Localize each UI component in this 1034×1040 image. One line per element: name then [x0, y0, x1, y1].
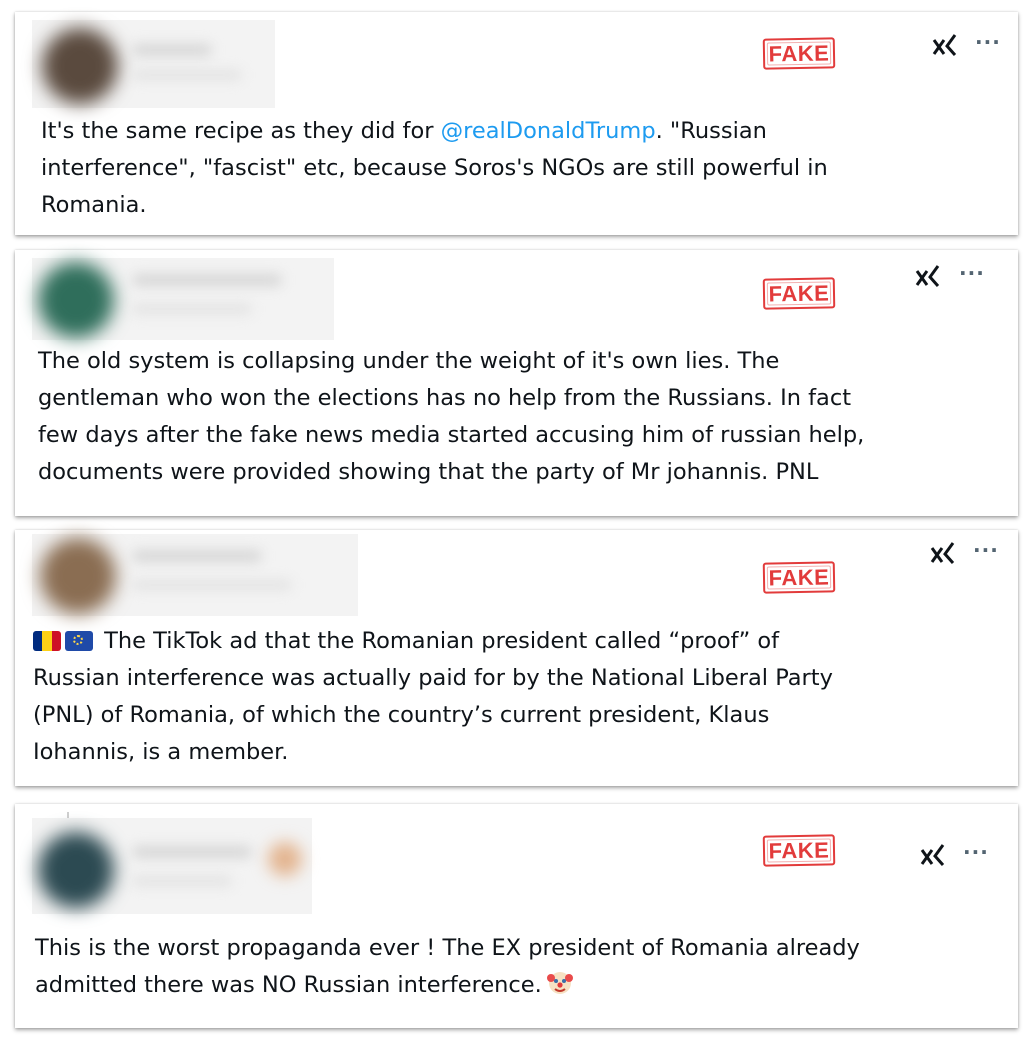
post-text: This is the worst propaganda ever ! The …: [35, 930, 860, 1004]
redacted-name: [132, 550, 262, 562]
post-text: The TikTok ad that the Romanian presiden…: [33, 623, 833, 771]
redacted-handle: [132, 876, 232, 886]
clown-face-emoji: [546, 972, 573, 994]
redacted-name: [132, 44, 212, 56]
eu-flag-emoji: [65, 631, 93, 651]
fake-stamp: FAKE: [762, 37, 836, 70]
redacted-name: [132, 274, 282, 286]
redacted-handle: [132, 70, 242, 80]
grok-icon[interactable]: [932, 34, 958, 56]
avatar: [38, 832, 114, 908]
fake-stamp: FAKE: [762, 834, 836, 867]
avatar: [40, 538, 116, 614]
redacted-profile-3: [32, 534, 358, 616]
romania-flag-emoji: [33, 631, 61, 651]
grok-icon[interactable]: [930, 542, 956, 564]
fake-stamp: FAKE: [762, 561, 836, 594]
more-icon[interactable]: ···: [975, 32, 1001, 52]
post-card-2[interactable]: FAKE ··· The old system is collapsing un…: [15, 250, 1018, 516]
post-text-part: This is the worst propaganda ever ! The …: [35, 935, 860, 998]
mention-link[interactable]: @realDonaldTrump: [441, 118, 656, 144]
more-icon[interactable]: ···: [959, 263, 985, 283]
post-card-1[interactable]: FAKE ··· It's the same recipe as they di…: [15, 12, 1018, 235]
post-card-4[interactable]: FAKE ··· This is the worst propaganda ev…: [15, 804, 1018, 1028]
post-text-part: It's the same recipe as they did for: [41, 118, 441, 144]
redacted-handle: [132, 304, 252, 314]
avatar: [42, 28, 118, 104]
redacted-profile-4: [32, 818, 312, 914]
post-text: The old system is collapsing under the w…: [38, 348, 865, 485]
post-text: It's the same recipe as they did for @re…: [41, 113, 828, 224]
fake-stamp: FAKE: [762, 277, 836, 310]
more-icon[interactable]: ···: [973, 540, 999, 560]
more-icon[interactable]: ···: [963, 842, 989, 862]
redacted-name: [132, 846, 252, 858]
grok-icon[interactable]: [920, 844, 946, 866]
avatar: [38, 262, 114, 338]
redacted-profile-1: [32, 20, 275, 108]
redacted-handle: [132, 580, 292, 590]
blurred-badge: [268, 842, 302, 876]
post-card-3[interactable]: FAKE ··· The TikTok ad that the Romanian…: [15, 530, 1018, 786]
redacted-profile-2: [32, 258, 334, 340]
post-text-part: The TikTok ad that the Romanian presiden…: [33, 628, 833, 765]
grok-icon[interactable]: [915, 265, 941, 287]
